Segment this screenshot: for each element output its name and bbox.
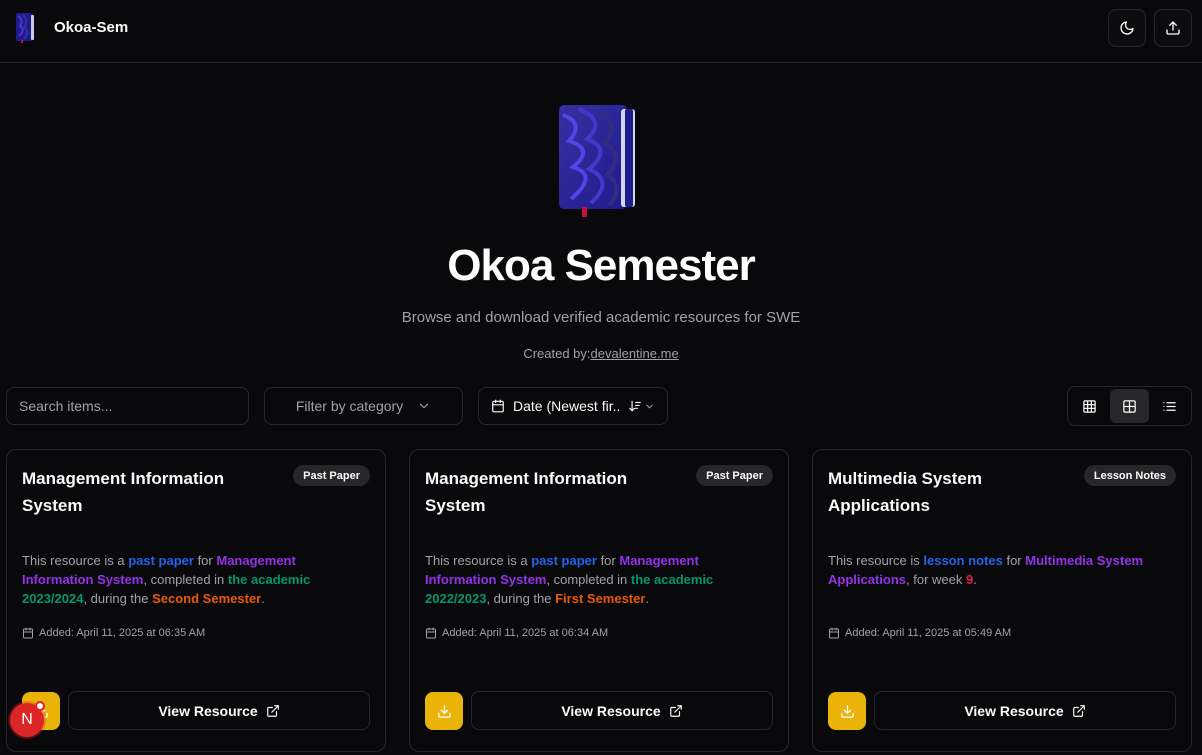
view-grid-small-button[interactable]	[1070, 389, 1110, 423]
view-resource-label: View Resource	[964, 702, 1064, 719]
external-link-icon	[266, 704, 279, 717]
book-logo-icon[interactable]	[14, 12, 36, 44]
sort-descending-icon	[629, 400, 641, 412]
desc-text: for	[1002, 553, 1026, 568]
external-link-icon	[1072, 704, 1085, 717]
download-icon	[840, 704, 854, 718]
added-date: Added: April 11, 2025 at 06:35 AM	[22, 627, 205, 639]
external-link-icon	[669, 704, 682, 717]
desc-text: This resource is a	[425, 553, 532, 568]
card-description: This resource is lesson notes for Multim…	[828, 551, 1168, 589]
brand-name[interactable]: Okoa-Sem	[54, 19, 128, 36]
added-date-text: Added: April 11, 2025 at 06:35 AM	[39, 627, 206, 639]
upload-button[interactable]	[1154, 9, 1192, 47]
category-filter-label: Filter by category	[295, 398, 404, 414]
desc-text: .	[645, 591, 650, 606]
added-date-text: Added: April 11, 2025 at 06:34 AM	[442, 627, 609, 639]
download-button[interactable]	[828, 692, 866, 730]
view-mode-toggle	[1067, 386, 1192, 426]
calendar-icon	[23, 627, 33, 639]
card-title[interactable]: Management Information System	[22, 465, 272, 519]
semester: Second Semester	[152, 591, 262, 606]
desc-text: , completed in	[546, 572, 631, 587]
view-grid-large-button[interactable]	[1109, 389, 1150, 423]
grid-large-icon	[1123, 399, 1136, 413]
resource-card: Management Information System Past Paper…	[6, 449, 386, 752]
page-title: Okoa Semester	[447, 241, 755, 290]
download-button[interactable]	[425, 692, 463, 730]
desc-text: , during the	[83, 591, 153, 606]
nextjs-letter: N	[21, 711, 33, 728]
resource-card: Multimedia System Applications Lesson No…	[812, 449, 1192, 752]
resource-type: lesson notes	[923, 553, 1003, 568]
resource-type: past paper	[128, 553, 194, 568]
category-badge: Lesson Notes	[1083, 465, 1176, 486]
credit-link[interactable]: devalentine.me	[591, 346, 679, 361]
credit-line: Created by:devalentine.me	[0, 346, 1202, 361]
desc-text: .	[973, 572, 977, 587]
view-resource-button[interactable]: View Resource	[68, 691, 370, 730]
sort-select[interactable]: Date (Newest fir...	[478, 387, 668, 425]
card-title[interactable]: Management Information System	[425, 465, 675, 519]
desc-text: .	[261, 591, 265, 606]
desc-text: , during the	[486, 591, 556, 606]
added-date-text: Added: April 11, 2025 at 05:49 AM	[845, 627, 1012, 639]
card-description: This resource is a past paper for Manage…	[22, 551, 362, 608]
category-badge: Past Paper	[293, 465, 370, 486]
desc-text: , completed in	[143, 572, 228, 587]
added-date: Added: April 11, 2025 at 06:34 AM	[425, 627, 608, 639]
hero-book-illustration	[559, 105, 635, 217]
card-title[interactable]: Multimedia System Applications	[828, 465, 1078, 519]
calendar-icon	[426, 627, 436, 639]
chevron-down-icon	[420, 403, 429, 409]
view-resource-button[interactable]: View Resource	[471, 691, 773, 730]
desc-text: This resource is a	[22, 553, 129, 568]
download-icon	[437, 704, 451, 718]
top-navbar: Okoa-Sem	[0, 0, 1202, 63]
calendar-icon	[492, 399, 504, 413]
desc-text: , for week	[906, 572, 966, 587]
list-icon	[1162, 401, 1176, 411]
view-resource-button[interactable]: View Resource	[874, 691, 1176, 730]
resource-type: past paper	[531, 553, 597, 568]
chevron-down-icon	[646, 404, 653, 408]
moon-icon	[1120, 21, 1134, 35]
card-description: This resource is a past paper for Manage…	[425, 551, 765, 608]
category-badge: Past Paper	[696, 465, 773, 486]
resource-card: Management Information System Past Paper…	[409, 449, 789, 752]
notification-dot-icon	[35, 701, 45, 711]
view-resource-label: View Resource	[561, 702, 661, 719]
desc-text: for	[193, 553, 217, 568]
page-subtitle: Browse and download verified academic re…	[401, 309, 801, 326]
view-resource-label: View Resource	[158, 702, 258, 719]
calendar-icon	[829, 627, 839, 639]
sort-label: Date (Newest fir...	[513, 398, 620, 414]
view-list-button[interactable]	[1149, 389, 1189, 423]
search-input[interactable]	[6, 387, 249, 425]
desc-text: for	[596, 553, 620, 568]
category-filter-select[interactable]: Filter by category	[264, 387, 463, 425]
added-date: Added: April 11, 2025 at 05:49 AM	[828, 627, 1011, 639]
semester: First Semester	[555, 591, 646, 606]
grid-small-icon	[1083, 399, 1097, 413]
theme-toggle-button[interactable]	[1108, 9, 1146, 47]
upload-icon	[1166, 21, 1180, 35]
desc-text: This resource is	[828, 553, 924, 568]
credit-prefix: Created by:	[523, 346, 591, 361]
